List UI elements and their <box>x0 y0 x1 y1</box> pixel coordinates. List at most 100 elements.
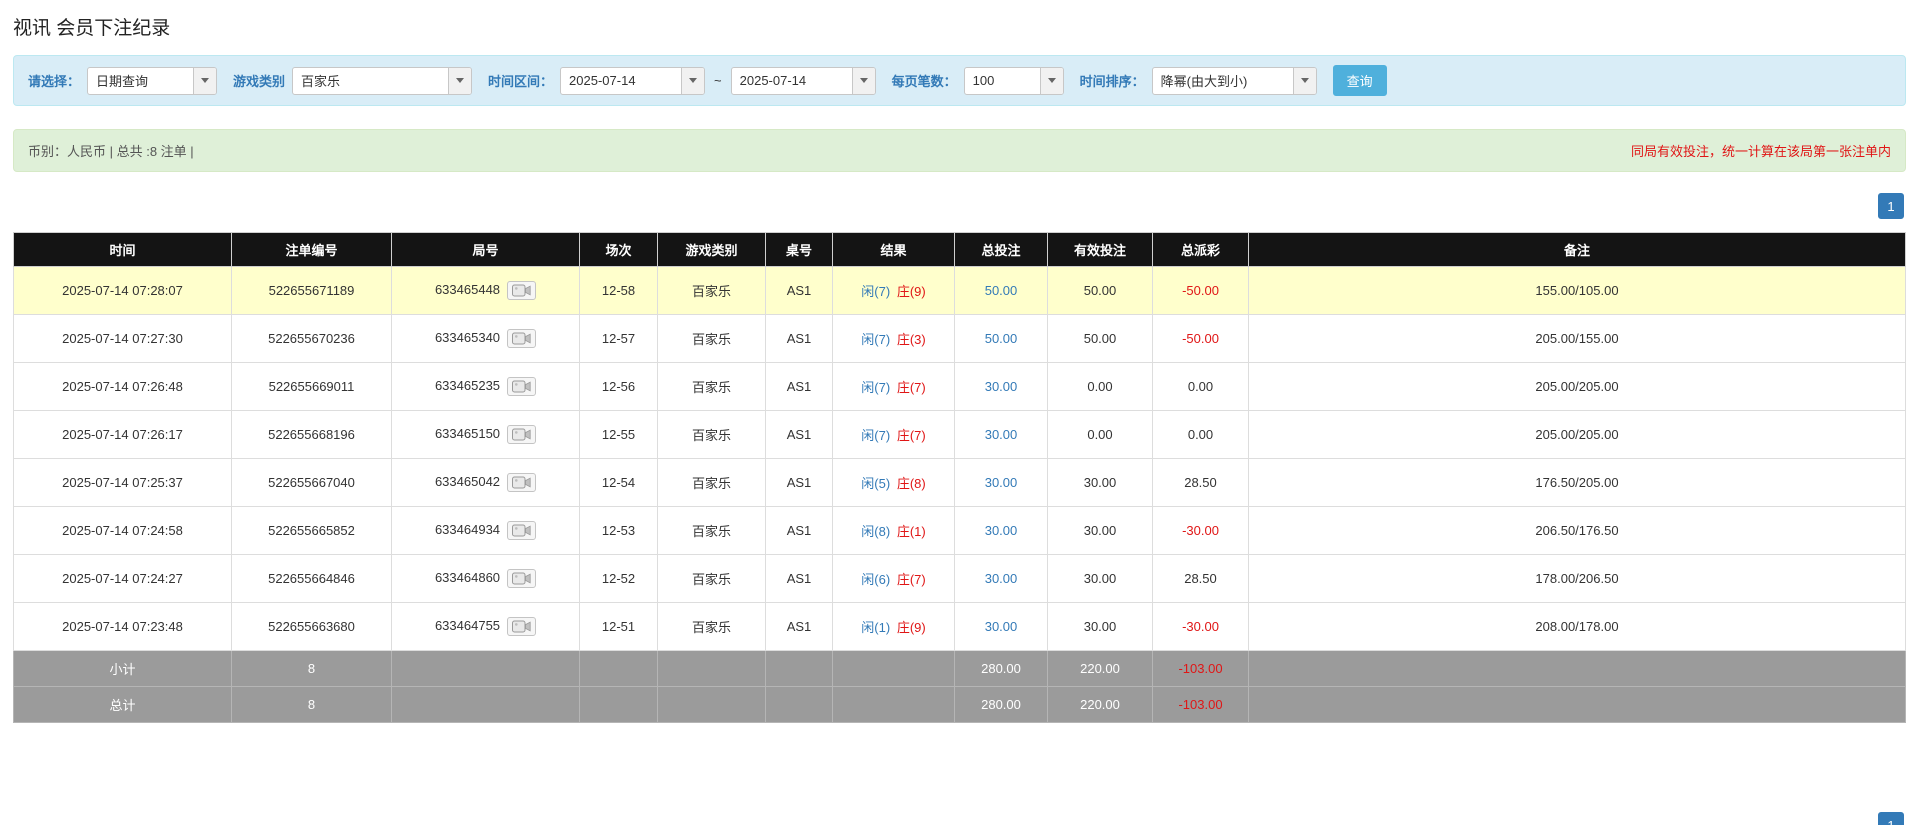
empty-cell <box>580 687 658 723</box>
cell-total-bet: 30.00 <box>955 507 1048 555</box>
bet-records-table: 时间注单编号局号场次游戏类别桌号结果总投注有效投注总派彩备注 2025-07-1… <box>13 232 1906 723</box>
cell-result: 闲(5) 庄(8) <box>833 459 955 507</box>
page-size-combobox[interactable] <box>964 67 1064 95</box>
round-id: 633465340 <box>435 330 500 345</box>
cell-total-bet: 30.00 <box>955 363 1048 411</box>
cell-round: 633465448 <box>392 267 580 315</box>
video-camera-icon[interactable] <box>507 569 536 588</box>
total-payout: -103.00 <box>1153 687 1249 723</box>
empty-cell <box>392 651 580 687</box>
sort-input[interactable] <box>1153 68 1293 94</box>
cell-result: 闲(7) 庄(7) <box>833 363 955 411</box>
sort-label: 时间排序： <box>1080 71 1145 90</box>
chevron-down-icon[interactable] <box>1293 68 1316 94</box>
cell-round: 633464755 <box>392 603 580 651</box>
result-banker: 庄(9) <box>897 284 926 299</box>
cell-result: 闲(7) 庄(3) <box>833 315 955 363</box>
query-type-input[interactable] <box>88 68 193 94</box>
video-camera-icon[interactable] <box>507 617 536 636</box>
date-from-input[interactable] <box>561 68 681 94</box>
video-camera-icon[interactable] <box>507 281 536 300</box>
cell-bet-id: 522655667040 <box>232 459 392 507</box>
empty-cell <box>392 687 580 723</box>
cell-valid-bet: 50.00 <box>1048 315 1153 363</box>
chevron-down-icon[interactable] <box>193 68 216 94</box>
total-bet-link[interactable]: 30.00 <box>985 427 1018 442</box>
cell-session: 12-58 <box>580 267 658 315</box>
cell-game-type: 百家乐 <box>658 363 766 411</box>
page-1-button-bottom[interactable]: 1 <box>1878 812 1904 825</box>
cell-table-no: AS1 <box>766 267 833 315</box>
empty-cell <box>833 651 955 687</box>
total-bet-link[interactable]: 50.00 <box>985 283 1018 298</box>
result-banker: 庄(7) <box>897 428 926 443</box>
cell-round: 633465150 <box>392 411 580 459</box>
chevron-down-icon[interactable] <box>681 68 704 94</box>
cell-time: 2025-07-14 07:28:07 <box>14 267 232 315</box>
empty-cell <box>766 651 833 687</box>
cell-result: 闲(8) 庄(1) <box>833 507 955 555</box>
chevron-down-icon[interactable] <box>448 68 471 94</box>
date-to-combobox[interactable] <box>731 67 876 95</box>
game-type-input[interactable] <box>293 68 448 94</box>
column-header-remark: 备注 <box>1249 233 1906 267</box>
video-camera-icon[interactable] <box>507 521 536 540</box>
cell-payout: -50.00 <box>1153 315 1249 363</box>
total-bet-link[interactable]: 30.00 <box>985 523 1018 538</box>
cell-time: 2025-07-14 07:24:27 <box>14 555 232 603</box>
cell-game-type: 百家乐 <box>658 315 766 363</box>
total-bet-link[interactable]: 30.00 <box>985 571 1018 586</box>
empty-cell <box>580 651 658 687</box>
table-row: 2025-07-14 07:25:37 522655667040 6334650… <box>14 459 1906 507</box>
video-camera-icon[interactable] <box>507 329 536 348</box>
video-camera-icon[interactable] <box>507 377 536 396</box>
cell-round: 633465042 <box>392 459 580 507</box>
video-camera-icon[interactable] <box>507 473 536 492</box>
page-title: 视讯 会员下注纪录 <box>13 13 1906 40</box>
cell-round: 633464934 <box>392 507 580 555</box>
date-from-combobox[interactable] <box>560 67 705 95</box>
result-player: 闲(1) <box>861 620 890 635</box>
caret-shape <box>860 78 868 83</box>
game-type-group: 游戏类别 <box>233 67 472 95</box>
page-size-input[interactable] <box>965 68 1040 94</box>
query-type-label: 请选择： <box>28 71 80 90</box>
cell-result: 闲(7) 庄(9) <box>833 267 955 315</box>
cell-round: 633465340 <box>392 315 580 363</box>
subtotal-count: 8 <box>232 651 392 687</box>
game-type-combobox[interactable] <box>292 67 472 95</box>
cell-payout: 0.00 <box>1153 363 1249 411</box>
cell-time: 2025-07-14 07:26:17 <box>14 411 232 459</box>
valid-bet-notice: 同局有效投注，统一计算在该局第一张注单内 <box>1631 141 1891 160</box>
empty-cell <box>658 651 766 687</box>
total-bet-link[interactable]: 30.00 <box>985 475 1018 490</box>
total-bet-link[interactable]: 30.00 <box>985 379 1018 394</box>
query-type-combobox[interactable] <box>87 67 217 95</box>
chevron-down-icon[interactable] <box>852 68 875 94</box>
cell-bet-id: 522655669011 <box>232 363 392 411</box>
page-1-button[interactable]: 1 <box>1878 193 1904 219</box>
caret-shape <box>456 78 464 83</box>
cell-payout: 0.00 <box>1153 411 1249 459</box>
cell-remark: 206.50/176.50 <box>1249 507 1906 555</box>
subtotal-total-bet: 280.00 <box>955 651 1048 687</box>
search-button[interactable]: 查询 <box>1333 65 1387 96</box>
result-player: 闲(7) <box>861 380 890 395</box>
result-player: 闲(6) <box>861 572 890 587</box>
cell-total-bet: 50.00 <box>955 315 1048 363</box>
cell-table-no: AS1 <box>766 315 833 363</box>
sort-combobox[interactable] <box>1152 67 1317 95</box>
date-to-input[interactable] <box>732 68 852 94</box>
chevron-down-icon[interactable] <box>1040 68 1063 94</box>
total-bet-link[interactable]: 50.00 <box>985 331 1018 346</box>
pagination-bottom: 1 <box>1878 812 1904 825</box>
caret-shape <box>201 78 209 83</box>
cell-total-bet: 30.00 <box>955 555 1048 603</box>
table-row: 2025-07-14 07:27:30 522655670236 6334653… <box>14 315 1906 363</box>
subtotal-valid-bet: 220.00 <box>1048 651 1153 687</box>
cell-total-bet: 30.00 <box>955 459 1048 507</box>
table-row: 2025-07-14 07:24:58 522655665852 6334649… <box>14 507 1906 555</box>
video-camera-icon[interactable] <box>507 425 536 444</box>
cell-bet-id: 522655663680 <box>232 603 392 651</box>
total-bet-link[interactable]: 30.00 <box>985 619 1018 634</box>
